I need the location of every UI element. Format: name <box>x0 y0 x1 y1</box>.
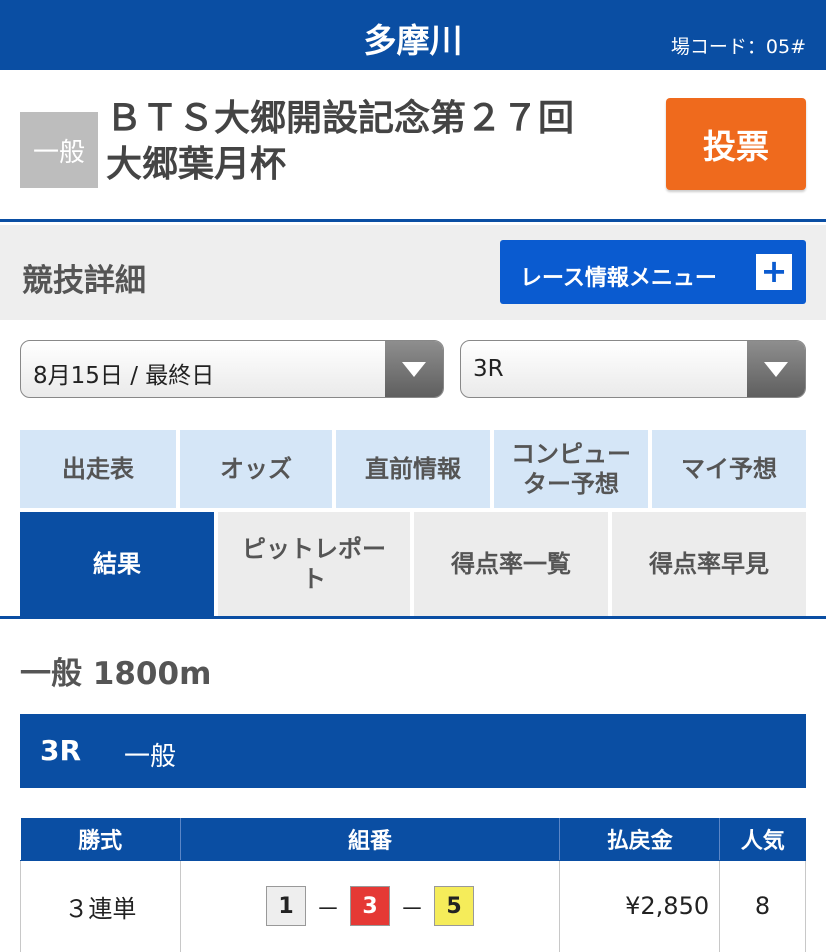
col-combination: 組番 <box>180 818 561 861</box>
app-header: 多摩川 場コード：05# <box>0 0 826 70</box>
col-popularity: 人気 <box>719 818 806 861</box>
tab-computer-prediction[interactable]: コンピュー ター予想 <box>494 430 648 508</box>
tab-my-prediction[interactable]: マイ予想 <box>652 430 806 508</box>
tab-odds[interactable]: オッズ <box>180 430 332 508</box>
chevron-down-icon <box>385 341 443 397</box>
grade-badge: 一般 <box>20 112 98 188</box>
tab-label: ピットレポー ト <box>242 535 386 593</box>
bike-number-3rd: 5 <box>433 886 474 926</box>
tab-label: コンピュー ター予想 <box>511 440 631 498</box>
tab-label: 出走表 <box>62 455 134 483</box>
popularity-cell: 8 <box>719 859 806 952</box>
tab-label: マイ予想 <box>681 455 777 483</box>
combination-cell: 1 － 3 － 5 <box>179 859 561 952</box>
day-select-value: 8月15日 / 最終日 <box>33 363 215 389</box>
venue-code: 場コード：05# <box>670 36 806 58</box>
race-kind: 一般 <box>124 742 177 772</box>
payout-cell: ¥2,850 <box>559 859 721 952</box>
tab-label: 直前情報 <box>365 455 461 483</box>
race-header-bar: 3R 一般 <box>20 714 806 788</box>
race-select[interactable]: 3R <box>460 340 806 398</box>
race-name: ＢＴＳ大郷開設記念第２７回 大郷葉月杯 <box>106 96 646 188</box>
race-info-menu-button[interactable]: レース情報メニュー + <box>500 240 806 304</box>
detail-title: 競技詳細 <box>22 263 146 299</box>
tab-label: 得点率一覧 <box>451 550 571 578</box>
bet-type-cell: ３連単 <box>20 859 181 952</box>
race-number: 3R <box>40 734 82 767</box>
race-info-menu-label: レース情報メニュー <box>520 266 717 291</box>
tab-label: 結果 <box>93 550 141 578</box>
col-payout: 払戻金 <box>559 818 721 861</box>
bike-number-1st: 1 <box>265 886 306 926</box>
tabs-divider <box>0 616 826 619</box>
race-kind-distance: 一般 1800m <box>20 656 212 692</box>
tab-results[interactable]: 結果 <box>20 512 214 616</box>
plus-icon: + <box>756 254 792 290</box>
tab-score-rate-list[interactable]: 得点率一覧 <box>414 512 608 616</box>
race-name-line1: ＢＴＳ大郷開設記念第２７回 <box>106 98 575 139</box>
table-header-row: 勝式 組番 払戻金 人気 <box>20 818 806 861</box>
chevron-down-icon <box>747 341 805 397</box>
tab-pre-race-info[interactable]: 直前情報 <box>336 430 490 508</box>
table-row: ３連単 1 － 3 － 5 ¥2,850 8 <box>20 859 806 952</box>
tab-entry-list[interactable]: 出走表 <box>20 430 176 508</box>
combo-dash: － <box>315 894 340 923</box>
day-select[interactable]: 8月15日 / 最終日 <box>20 340 444 398</box>
tab-pit-report[interactable]: ピットレポー ト <box>218 512 410 616</box>
tab-label: 得点率早見 <box>649 550 769 578</box>
tab-score-rate-quick[interactable]: 得点率早見 <box>612 512 806 616</box>
tab-label: オッズ <box>220 455 292 483</box>
col-bet-type: 勝式 <box>20 818 181 861</box>
result-table: 勝式 組番 払戻金 人気 ３連単 1 － 3 － 5 ¥2,850 8 <box>20 818 806 952</box>
race-name-line2: 大郷葉月杯 <box>106 144 287 185</box>
bike-number-2nd: 3 <box>349 886 390 926</box>
vote-button[interactable]: 投票 <box>666 98 806 190</box>
race-select-value: 3R <box>473 356 504 382</box>
combo-dash: － <box>399 894 424 923</box>
